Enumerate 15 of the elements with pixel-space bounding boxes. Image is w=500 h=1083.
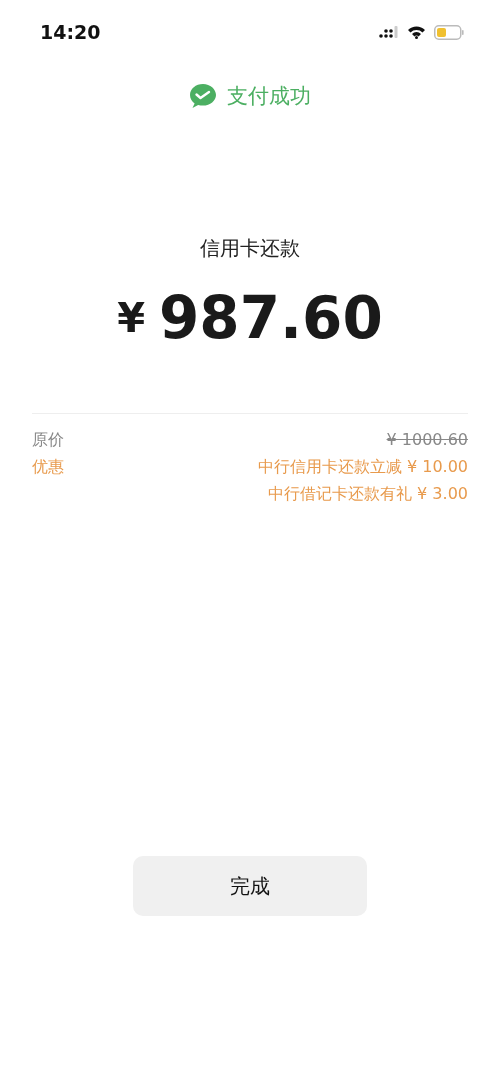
detail-value: 中行信用卡还款立减 ¥ 10.00 bbox=[257, 456, 468, 478]
detail-label: 原价 bbox=[32, 429, 64, 451]
detail-label: 优惠 bbox=[32, 456, 64, 478]
signal-icon bbox=[379, 25, 399, 39]
payment-title: 信用卡还款 bbox=[199, 235, 301, 262]
status-title: 支付成功 bbox=[227, 83, 311, 110]
payment-amount: 987.60 bbox=[159, 284, 383, 352]
done-button[interactable]: 完成 bbox=[133, 856, 367, 916]
chat-bubble-check-icon bbox=[189, 83, 217, 109]
status-time: 14:20 bbox=[40, 21, 101, 43]
wifi-icon bbox=[407, 25, 426, 39]
battery-icon bbox=[434, 24, 464, 40]
detail-value: ¥ 1000.60 bbox=[386, 429, 468, 451]
currency-symbol: ¥ bbox=[117, 295, 145, 341]
detail-value: 中行借记卡还款有礼 ¥ 3.00 bbox=[268, 483, 468, 505]
